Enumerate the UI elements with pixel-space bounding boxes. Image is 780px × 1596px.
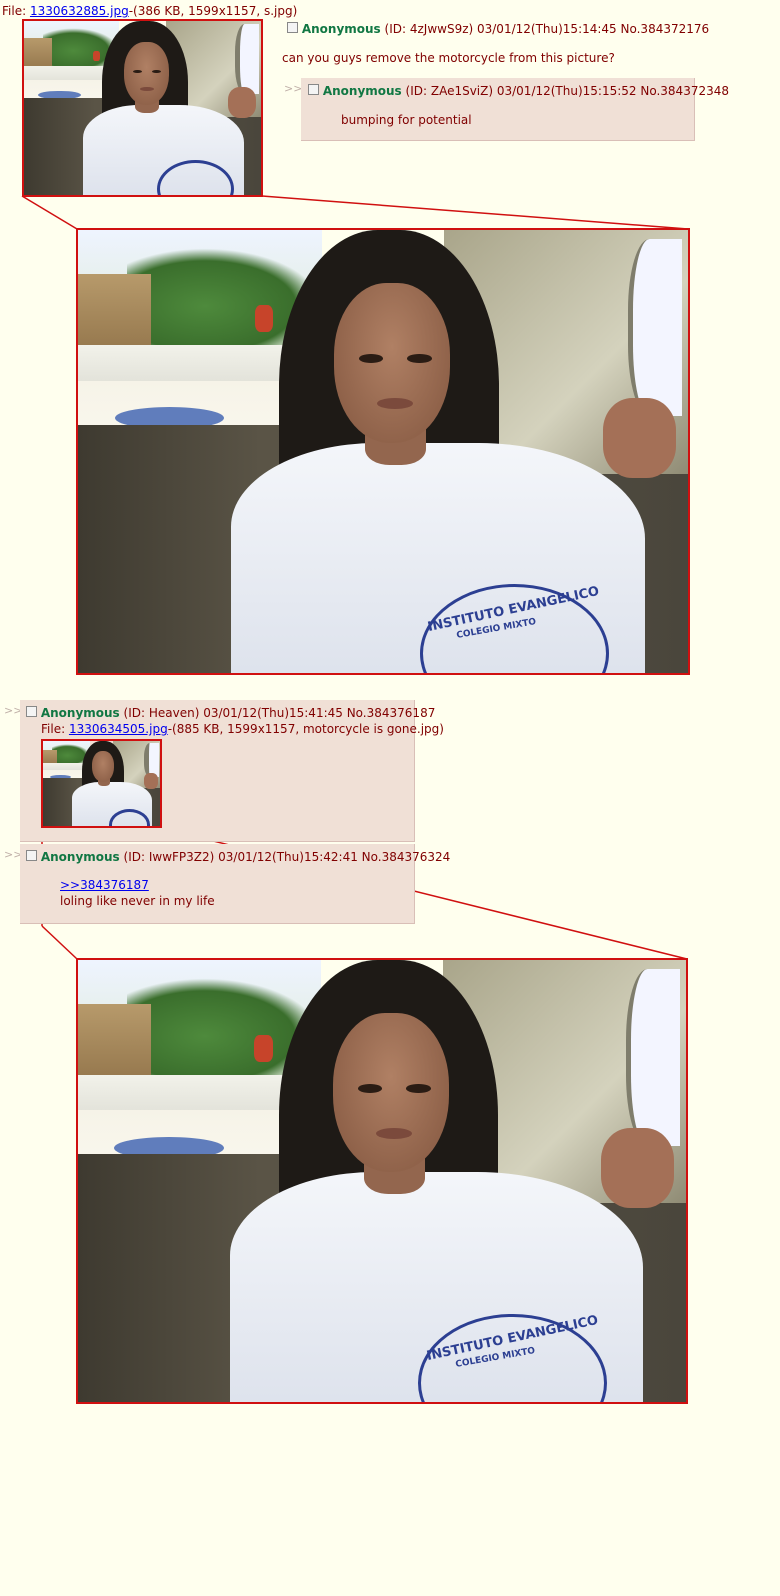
reply-checkbox[interactable] xyxy=(26,706,37,717)
reply-header: Anonymous (ID: IwwFP3Z2) 03/01/12(Thu)15… xyxy=(26,850,450,864)
reply-thumbnail[interactable] xyxy=(41,739,162,828)
reply-checkbox[interactable] xyxy=(26,850,37,861)
quote-link[interactable]: >>384376187 xyxy=(60,878,149,892)
motorcycle xyxy=(254,1035,273,1062)
motorcycle xyxy=(254,305,274,332)
photo-content: INSTITUTO EVANGELICO COLEGIO MIXTO xyxy=(78,960,686,1402)
reply-header: Anonymous (ID: Heaven) 03/01/12(Thu)15:4… xyxy=(26,706,435,720)
expanded-image-1[interactable]: INSTITUTO EVANGELICO COLEGIO MIXTO xyxy=(76,228,690,675)
photo-content xyxy=(43,741,160,826)
poster-name: Anonymous xyxy=(40,850,120,864)
reply-file-link[interactable]: 1330634505.jpg xyxy=(69,722,168,736)
reply-file-info: File: 1330634505.jpg-(885 KB, 1599x1157,… xyxy=(41,722,444,736)
photo-content: INSTITUTO EVANGELICO COLEGIO MIXTO xyxy=(78,230,688,673)
post-meta: (ID: Heaven) 03/01/12(Thu)15:41:45 No.38… xyxy=(123,706,436,720)
reply-post: Anonymous (ID: IwwFP3Z2) 03/01/12(Thu)15… xyxy=(20,844,450,924)
reply-post: Anonymous (ID: Heaven) 03/01/12(Thu)15:4… xyxy=(20,700,444,842)
poster-name: Anonymous xyxy=(40,706,120,720)
reply-comment: loling like never in my life xyxy=(60,894,215,908)
expanded-image-2[interactable]: INSTITUTO EVANGELICO COLEGIO MIXTO xyxy=(76,958,688,1404)
post-meta: (ID: IwwFP3Z2) 03/01/12(Thu)15:42:41 No.… xyxy=(123,850,451,864)
